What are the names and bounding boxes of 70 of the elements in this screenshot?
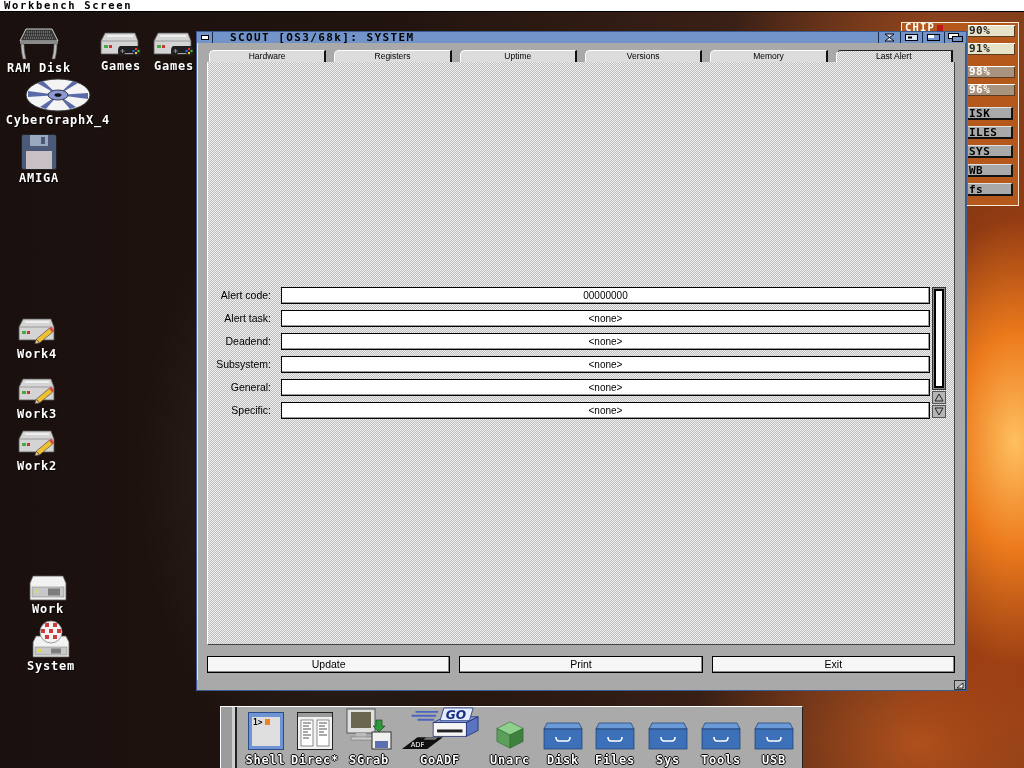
icon-label[interactable]: Games <box>100 60 142 72</box>
usage-gauge: 98% <box>968 66 1015 78</box>
dialog-button[interactable]: Update <box>207 656 451 673</box>
drawer-icon[interactable] <box>701 722 741 750</box>
drive-pencil-icon[interactable] <box>18 430 56 458</box>
window-title: SCOUT [OS3/68k]: SYSTEM <box>230 32 415 43</box>
table-icon[interactable] <box>19 28 59 60</box>
drive-gamepad-icon[interactable] <box>153 32 195 58</box>
screen-title: Workbench Screen <box>4 0 133 11</box>
icon-label[interactable]: Work3 <box>16 408 58 420</box>
value-field: <none> <box>281 310 930 327</box>
terminal-window-icon[interactable] <box>247 712 284 750</box>
icon-label[interactable]: RAM Disk <box>6 62 72 74</box>
monitor-floppy-icon[interactable] <box>346 708 392 750</box>
field-label: Specific: <box>230 403 271 418</box>
icon-label[interactable]: System <box>26 660 76 672</box>
field-label: Alert task: <box>223 311 271 326</box>
dock-handle[interactable] <box>221 707 237 768</box>
tab[interactable]: Last Alert <box>835 50 953 62</box>
drive-gamepad-icon[interactable] <box>100 32 142 58</box>
usage-gauge: 90% <box>968 25 1015 37</box>
tab[interactable]: Hardware <box>209 50 327 62</box>
launcher-button[interactable]: ILES <box>968 126 1013 139</box>
usage-gauge: 96% <box>968 84 1015 96</box>
value-field: <none> <box>281 402 930 419</box>
disc-icon[interactable] <box>25 78 91 112</box>
icon-label[interactable]: Games <box>153 60 195 72</box>
up-arrow-icon[interactable] <box>932 391 946 404</box>
icon-label[interactable]: Work2 <box>16 460 58 472</box>
drawer-icon[interactable] <box>648 722 688 750</box>
resize-corner-icon[interactable] <box>954 680 966 690</box>
field-label: Deadend: <box>224 334 271 349</box>
drive-ball-icon[interactable] <box>32 620 70 658</box>
drawer-icon[interactable] <box>595 722 635 750</box>
icon-label[interactable]: AMIGA <box>18 172 60 184</box>
value-field: <none> <box>281 379 930 396</box>
drawer-icon[interactable] <box>754 722 794 750</box>
file-window-icon[interactable] <box>297 712 333 750</box>
tab[interactable]: Memory <box>710 50 828 62</box>
tab[interactable]: Registers <box>334 50 452 62</box>
gauge-label: CHIP <box>905 23 936 32</box>
logo-text: GO <box>445 708 467 723</box>
overlapping-boxes-icon[interactable] <box>944 32 966 43</box>
drive-floppy-icon[interactable] <box>401 707 479 749</box>
tab[interactable]: Versions <box>585 50 703 62</box>
field-label: General: <box>229 380 271 395</box>
icon-label[interactable]: CyberGraphX_4 <box>5 114 111 126</box>
launcher-button[interactable]: WB <box>968 164 1013 177</box>
dialog-button[interactable]: Print <box>459 656 703 673</box>
down-arrow-icon[interactable] <box>932 405 946 418</box>
indicator-square-icon <box>937 25 944 31</box>
icon-label[interactable]: Work4 <box>16 348 58 360</box>
cube-icon[interactable] <box>495 720 525 750</box>
hard-drive-icon[interactable] <box>29 575 67 601</box>
usage-gauge: 91% <box>968 43 1015 55</box>
dialog-button[interactable]: Exit <box>711 656 955 673</box>
icon-label[interactable]: Work <box>31 603 65 615</box>
value-field: <none> <box>281 356 930 373</box>
value-field: 00000000 <box>281 287 930 304</box>
launcher-button[interactable]: SYS <box>968 145 1013 158</box>
prompt-text: 1> <box>252 718 263 727</box>
field-label: Subsystem: <box>215 357 271 372</box>
launcher-button[interactable]: fs <box>968 183 1013 196</box>
drive-pencil-icon[interactable] <box>18 318 56 346</box>
value-field: <none> <box>281 333 930 350</box>
drive-pencil-icon[interactable] <box>18 378 56 406</box>
launcher-button[interactable]: ISK <box>968 107 1013 120</box>
drawer-icon[interactable] <box>543 722 583 750</box>
tab[interactable]: Uptime <box>459 50 577 62</box>
field-label: Alert code: <box>219 288 271 303</box>
